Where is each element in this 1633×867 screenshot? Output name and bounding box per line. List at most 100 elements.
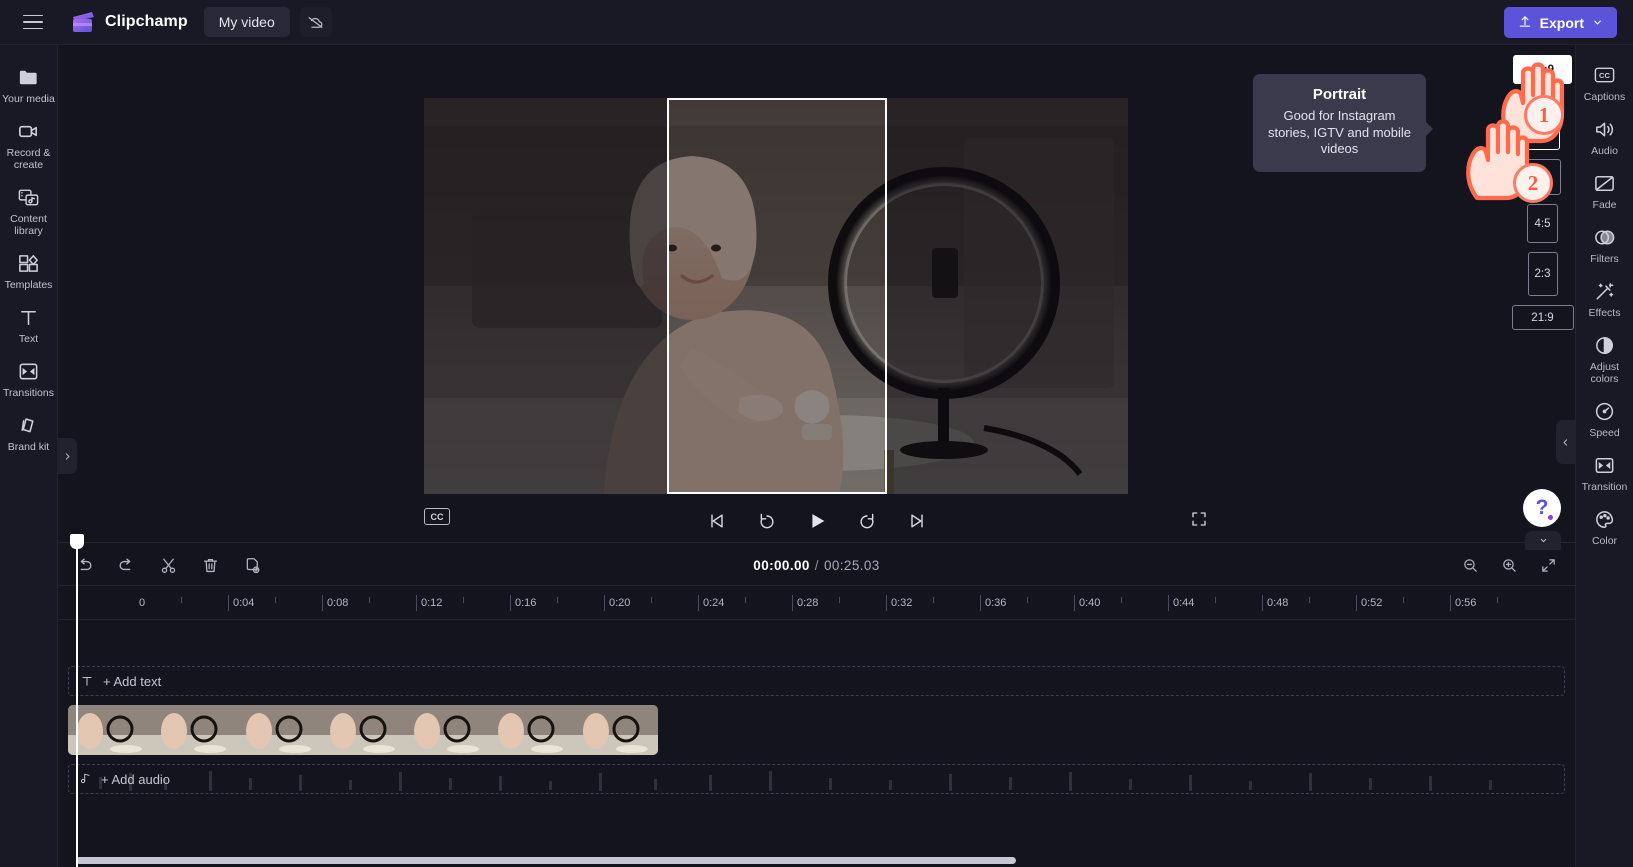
tool-item-color[interactable]: Color — [1576, 499, 1633, 553]
brand-name: Clipchamp — [105, 13, 188, 30]
timeline-tracks: + Add text + Add audio — [58, 620, 1575, 794]
tool-item-filters[interactable]: Filters — [1576, 217, 1633, 271]
ruler-tick-label: 0:08 — [327, 597, 349, 609]
ruler-tick-label: 0:20 — [609, 597, 631, 609]
cloud-off-icon[interactable] — [299, 7, 332, 37]
media-library-icon — [17, 185, 41, 209]
forward-button[interactable] — [854, 508, 880, 534]
add-audio-label: + Add audio — [101, 771, 171, 787]
ruler-tick-label: 0:36 — [985, 597, 1007, 609]
zoom-out-button[interactable] — [1459, 554, 1481, 576]
tool-item-label: Adjust colors — [1589, 361, 1620, 385]
rewind-button[interactable] — [754, 508, 780, 534]
aspect-ratio-21-9[interactable]: 21:9 — [1511, 305, 1574, 330]
playhead[interactable] — [70, 534, 84, 867]
step-badge-2: 2 — [1513, 163, 1553, 203]
clip-thumbnail — [320, 705, 406, 755]
video-clip[interactable] — [68, 705, 658, 755]
export-label: Export — [1539, 14, 1584, 31]
current-time: 00:00.00 — [753, 557, 810, 573]
sidebar-item-transitions[interactable]: Transitions — [0, 351, 58, 405]
zoom-in-button[interactable] — [1498, 554, 1520, 576]
clipchamp-editor: Clipchamp My video Export Your media Rec… — [0, 0, 1633, 867]
tool-item-captions[interactable]: CC Captions — [1576, 55, 1633, 109]
templates-grid-icon — [17, 251, 41, 275]
project-name-button[interactable]: My video — [203, 7, 290, 37]
sidebar-item-brand-kit[interactable]: Brand kit — [0, 405, 58, 459]
fade-icon — [1593, 171, 1617, 195]
timeline: 00:00.00 / 00:25.03 0 0:04 0:08 0:12 0:1… — [58, 534, 1575, 867]
sidebar-item-record-create[interactable]: Record & create — [0, 111, 58, 177]
tool-item-transition[interactable]: Transition — [1576, 445, 1633, 499]
speedometer-icon — [1593, 399, 1617, 423]
crop-selection-window[interactable] — [667, 98, 887, 494]
tool-item-label: Captions — [1583, 91, 1626, 103]
tool-item-fade[interactable]: Fade — [1576, 163, 1633, 217]
sidebar-item-label: Transitions — [3, 387, 54, 399]
add-text-label: + Add text — [103, 673, 162, 689]
audio-track: + Add audio — [68, 764, 1565, 794]
export-button[interactable]: Export — [1503, 7, 1617, 38]
transport-controls — [58, 500, 1575, 542]
tool-item-label: Effects — [1588, 307, 1621, 319]
aspect-ratio-4-5[interactable]: 4:5 — [1527, 204, 1558, 243]
tool-item-label: Audio — [1591, 145, 1618, 157]
ruler-tick-label: 0:12 — [421, 597, 443, 609]
tool-item-label: Fade — [1592, 199, 1617, 211]
transitions-icon — [17, 359, 41, 383]
skip-to-start-button[interactable] — [704, 508, 730, 534]
play-button[interactable] — [804, 508, 830, 534]
ruler-tick-label: 0:48 — [1267, 597, 1289, 609]
svg-text:CC: CC — [1599, 71, 1611, 80]
player-controls: CC — [58, 500, 1575, 542]
help-button[interactable]: ? — [1523, 489, 1561, 527]
video-camera-icon — [17, 119, 41, 143]
sidebar-item-label: Your media — [2, 93, 55, 105]
tool-item-adjust-colors[interactable]: Adjust colors — [1576, 325, 1633, 391]
aspect-ratio-2-3[interactable]: 2:3 — [1527, 252, 1558, 296]
sidebar-item-templates[interactable]: Templates — [0, 243, 58, 297]
chevron-down-icon — [1592, 15, 1603, 31]
right-panel-collapse-button[interactable] — [1556, 420, 1575, 464]
hamburger-menu-icon[interactable] — [18, 7, 48, 37]
video-track — [68, 705, 1565, 755]
ruler-tick-label: 0:04 — [233, 597, 255, 609]
app-header: Clipchamp My video Export — [0, 0, 1633, 45]
sidebar-item-your-media[interactable]: Your media — [0, 57, 58, 111]
sidebar-collapse-button[interactable] — [58, 438, 77, 474]
ruler-tick-label: 0 — [139, 597, 146, 609]
tool-item-effects[interactable]: Effects — [1576, 271, 1633, 325]
time-separator: / — [814, 557, 819, 573]
tool-item-speed[interactable]: Speed — [1576, 391, 1633, 445]
ruler-tick-label: 0:44 — [1173, 597, 1195, 609]
palette-icon — [1593, 507, 1617, 531]
clip-thumbnail — [236, 705, 321, 755]
clip-thumbnail — [573, 705, 658, 755]
video-preview[interactable] — [424, 98, 1128, 494]
tool-item-label: Speed — [1589, 427, 1620, 439]
ruler-tick-label: 0:28 — [797, 597, 819, 609]
add-text-track[interactable]: + Add text — [68, 666, 1565, 696]
ruler-tick-label: 0:56 — [1455, 597, 1477, 609]
aspect-ratio-tooltip: Portrait Good for Instagram stories, IGT… — [1253, 74, 1433, 172]
speaker-icon — [1593, 117, 1617, 141]
brand: Clipchamp — [70, 11, 188, 33]
clip-thumbnail — [68, 705, 153, 755]
fullscreen-button[interactable] — [1188, 508, 1210, 530]
text-t-icon — [79, 674, 94, 689]
sidebar-item-text[interactable]: Text — [0, 297, 58, 351]
timeline-ruler[interactable]: 0 0:04 0:08 0:12 0:16 0:20 0:24 0:28 0:3… — [58, 586, 1575, 620]
sidebar-item-content-library[interactable]: Content library — [0, 177, 58, 243]
timeline-horizontal-scrollbar[interactable] — [76, 857, 1016, 864]
left-sidebar: Your media Record & create Content libra… — [0, 45, 77, 867]
total-time: 00:25.03 — [823, 557, 880, 573]
fit-to-screen-button[interactable] — [1537, 554, 1559, 576]
tool-item-audio[interactable]: Audio — [1576, 109, 1633, 163]
tooltip-title: Portrait — [1312, 86, 1367, 103]
skip-to-end-button[interactable] — [904, 508, 930, 534]
ruler-tick-label: 0:52 — [1361, 597, 1383, 609]
sidebar-item-label: Content library — [10, 213, 47, 237]
add-audio-track[interactable]: + Add audio — [68, 764, 1565, 794]
aspect-panel-collapse-button[interactable] — [1525, 531, 1561, 550]
ruler-tick-label: 0:40 — [1079, 597, 1101, 609]
